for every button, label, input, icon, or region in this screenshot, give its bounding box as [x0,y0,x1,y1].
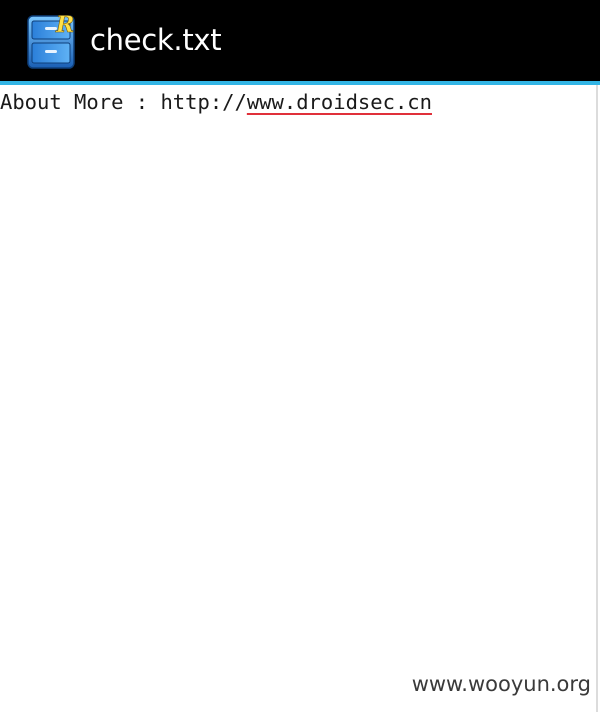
text-line[interactable]: About More : http://www.droidsec.cn [0,89,432,115]
screen: R check.txt About More : http://www.droi… [0,0,600,712]
app-icon[interactable]: R [26,12,78,70]
misspelled-url-text[interactable]: www.droidsec.cn [247,90,432,114]
action-bar: R check.txt [0,0,600,81]
text-prefix: About More : http:// [0,90,247,114]
text-editor[interactable]: About More : http://www.droidsec.cn [0,85,598,712]
root-explorer-cabinet-icon: R [27,12,75,69]
watermark: www.wooyun.org [411,672,591,696]
svg-text:R: R [55,12,74,38]
app-title: check.txt [90,23,222,57]
